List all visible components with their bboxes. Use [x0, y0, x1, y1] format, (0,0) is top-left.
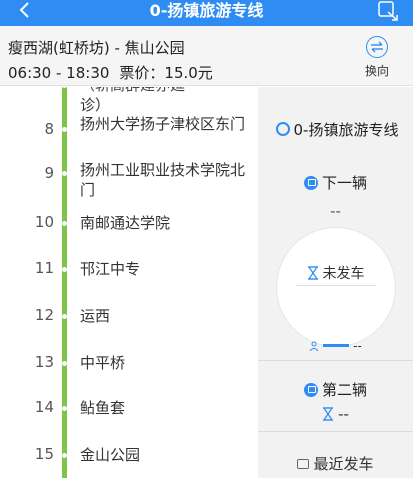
- switch-direction-button[interactable]: 换向: [355, 36, 399, 80]
- stop-number: 9: [44, 164, 54, 182]
- stop-number: 13: [34, 353, 54, 371]
- list-item[interactable]: 15 金山公园: [0, 445, 258, 469]
- second-bus-text: 第二辆: [321, 381, 367, 399]
- stop-number: 10: [34, 213, 54, 231]
- second-bus-text-value: --: [338, 405, 349, 423]
- arrival-panel: 0-扬镇旅游专线 下一辆 -- 未发车 -- 第二辆 -- 最近发车: [258, 87, 413, 478]
- stop-dot: [62, 267, 67, 272]
- page-title: 0-扬镇旅游专线: [149, 1, 264, 20]
- stop-name: 中平桥: [80, 354, 126, 372]
- list-item[interactable]: 12 运西: [0, 306, 258, 330]
- stop-name: 诊）: [80, 96, 111, 114]
- list-item[interactable]: （轿高群建亦延: [0, 87, 258, 95]
- stop-dot: [62, 127, 67, 132]
- hourglass-icon: [307, 266, 318, 280]
- list-item[interactable]: 8 扬州大学扬子津校区东门: [0, 114, 258, 158]
- list-item[interactable]: 10 南邮通达学院: [0, 213, 258, 237]
- divider: [258, 360, 413, 361]
- stop-dot: [62, 314, 67, 319]
- list-item[interactable]: 13 中平桥: [0, 353, 258, 377]
- bus-icon: [303, 383, 318, 397]
- next-bus-text: 下一辆: [321, 174, 367, 192]
- stop-dot: [62, 171, 67, 176]
- line-name-text: 0-扬镇旅游专线: [293, 121, 399, 139]
- second-bus-value: --: [258, 405, 413, 423]
- share-icon: [378, 1, 398, 21]
- ticket-price: 票价：15.0元: [119, 64, 213, 82]
- stop-number: 15: [34, 445, 54, 463]
- stop-dot: [62, 87, 67, 88]
- list-item[interactable]: 11 邗江中专: [0, 259, 258, 283]
- hourglass-icon: [323, 407, 334, 421]
- crowd-value: --: [353, 339, 362, 353]
- crowd-bar: [323, 344, 350, 347]
- stop-name: 运西: [80, 307, 111, 325]
- line-name: 0-扬镇旅游专线: [264, 115, 410, 145]
- departure-status: 未发车: [258, 263, 413, 283]
- stop-name: 鲇鱼套: [80, 399, 126, 417]
- operating-hours: 06:30 - 18:30: [8, 64, 110, 82]
- stop-number: 14: [34, 398, 54, 416]
- next-bus-label: 下一辆: [258, 172, 413, 193]
- stop-name: 金山公园: [80, 446, 141, 464]
- stop-number: 11: [34, 259, 54, 277]
- person-icon: [309, 341, 319, 352]
- second-bus-label: 第二辆: [258, 379, 413, 400]
- route-endpoints: 瘦西湖(虹桥坊) - 焦山公园: [8, 39, 185, 57]
- stop-list[interactable]: （轿高群建亦延 诊） 8 扬州大学扬子津校区东门 9 扬州工业职业技术学院北门 …: [0, 87, 258, 478]
- stop-number: 12: [34, 306, 54, 324]
- share-button[interactable]: [375, 0, 401, 22]
- divider: [296, 285, 376, 286]
- stop-number: 8: [44, 120, 54, 138]
- stop-dot: [62, 221, 67, 226]
- list-item[interactable]: 14 鲇鱼套: [0, 398, 258, 422]
- line-ring-icon: [275, 122, 290, 136]
- divider: [258, 431, 413, 432]
- list-item[interactable]: 诊）: [0, 95, 258, 115]
- stop-dot: [62, 453, 67, 458]
- next-bus-value: --: [330, 202, 341, 220]
- stop-name: 邗江中专: [80, 260, 141, 278]
- stop-name: 南邮通达学院: [80, 214, 171, 232]
- stop-name: 扬州大学扬子津校区东门: [80, 115, 246, 133]
- crowd-indicator: --: [258, 339, 413, 353]
- switch-direction-label: 换向: [364, 64, 389, 78]
- latest-departure-button[interactable]: 最近发车: [258, 453, 413, 474]
- schedule-icon: [297, 459, 310, 469]
- stop-name: （轿高群建亦延: [80, 87, 252, 95]
- switch-direction-icon: [366, 36, 388, 58]
- route-info: 瘦西湖(虹桥坊) - 焦山公园 06:30 - 18:30 票价：15.0元 换向: [0, 26, 413, 86]
- status-circle: [276, 227, 396, 347]
- departure-status-text: 未发车: [322, 266, 365, 282]
- app-header: 0-扬镇旅游专线: [0, 0, 413, 26]
- bus-icon: [303, 176, 318, 190]
- stop-name: 扬州工业职业技术学院北门: [80, 161, 246, 199]
- route-hours-price: 06:30 - 18:30 票价：15.0元: [8, 62, 213, 83]
- latest-departure-label: 最近发车: [313, 455, 374, 473]
- list-item[interactable]: 9 扬州工业职业技术学院北门: [0, 160, 258, 204]
- stop-dot: [62, 361, 67, 366]
- stop-dot: [62, 406, 67, 411]
